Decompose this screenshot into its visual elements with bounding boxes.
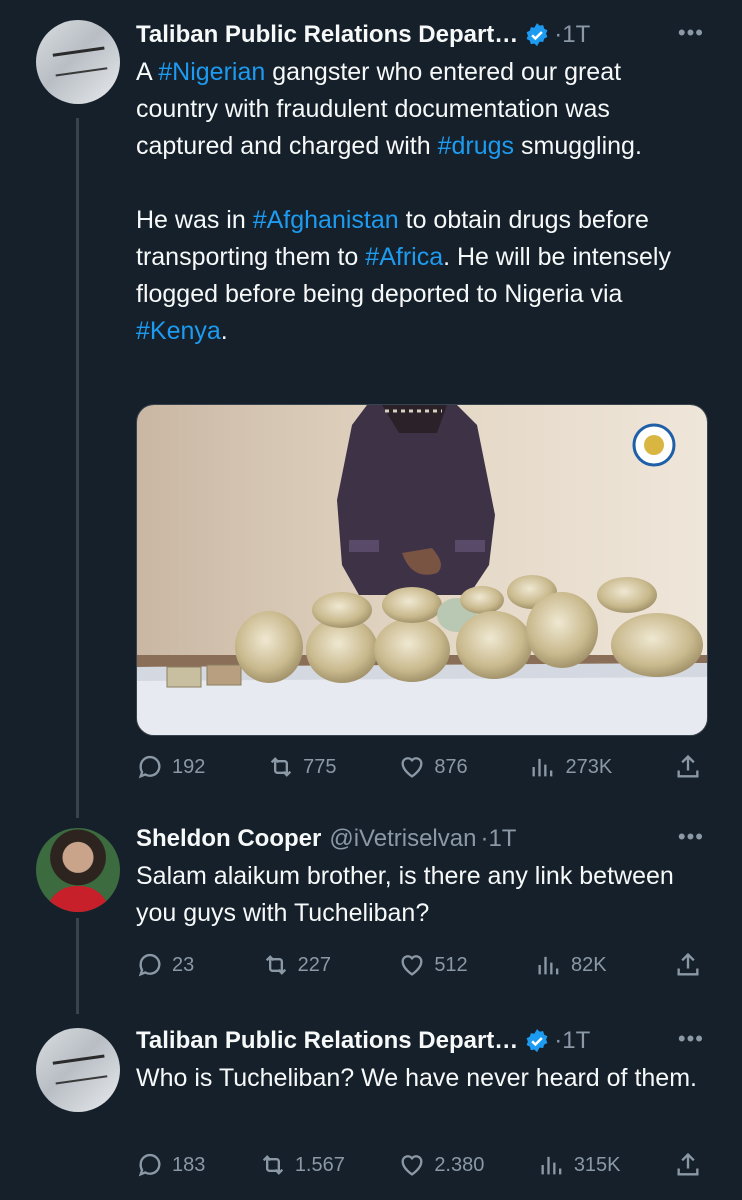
reply-count: 183	[172, 1153, 206, 1176]
retweet-count: 775	[303, 755, 337, 778]
share-icon	[677, 952, 699, 976]
hashtag-link[interactable]: #drugs	[438, 132, 514, 160]
share-button[interactable]	[674, 753, 702, 781]
reply-count: 192	[172, 755, 206, 778]
like-icon	[401, 757, 423, 778]
like-count: 876	[434, 755, 468, 778]
retweet-icon	[270, 757, 292, 777]
author-name[interactable]: Taliban Public Relations Depart…	[136, 21, 518, 49]
tweet-header: Taliban Public Relations Depart… · 1T	[136, 18, 708, 52]
retweet-count: 1.567	[294, 1153, 345, 1176]
tweet-actions: 23 227 512 82K	[136, 948, 702, 982]
share-button[interactable]	[674, 1151, 702, 1179]
more-icon[interactable]: •••	[678, 20, 704, 46]
hashtag-link[interactable]: #Afghanistan	[253, 206, 399, 234]
reply-icon	[138, 953, 161, 977]
hashtag-link[interactable]: #Africa	[365, 243, 443, 271]
more-icon[interactable]: •••	[678, 824, 704, 850]
tweet-actions: 183 1.567 2.380 315K	[136, 1148, 702, 1182]
retweet-count: 227	[297, 953, 331, 976]
reply-count: 23	[172, 953, 195, 976]
tweet-main[interactable]: Taliban Public Relations Depart… · 1T ••…	[136, 18, 708, 350]
tweet-text: Who is Tucheliban? We have never heard o…	[136, 1064, 697, 1092]
author-handle[interactable]: @iVetriselvan	[329, 825, 476, 853]
tweet-reply[interactable]: Taliban Public Relations Depart… · 1T ••…	[136, 1024, 708, 1097]
like-button[interactable]: 2.380	[398, 1151, 484, 1179]
retweet-button[interactable]: 227	[262, 951, 331, 979]
share-icon	[677, 754, 699, 778]
tweet-text: Salam alaikum brother, is there any link…	[136, 862, 674, 927]
timestamp[interactable]: 1T	[488, 825, 516, 853]
views-icon	[538, 956, 559, 975]
thread-line-2	[76, 918, 79, 1014]
views-count: 273K	[565, 755, 613, 778]
views-button[interactable]: 273K	[529, 753, 612, 781]
like-count: 512	[434, 953, 468, 976]
share-button[interactable]	[674, 951, 702, 979]
timestamp[interactable]: 1T	[562, 21, 590, 49]
hashtag-link[interactable]: #Nigerian	[158, 58, 265, 86]
verified-icon	[526, 1029, 548, 1053]
hashtag-link[interactable]: #Kenya	[136, 317, 221, 345]
tweet-media-photo[interactable]	[136, 404, 708, 736]
reply-icon	[138, 1153, 161, 1177]
tweet-header: Taliban Public Relations Depart… · 1T	[136, 1024, 708, 1058]
retweet-button[interactable]: 775	[267, 753, 337, 781]
avatar[interactable]	[36, 20, 120, 104]
more-icon[interactable]: •••	[678, 1026, 704, 1052]
separator-dot: ·	[554, 1027, 563, 1054]
retweet-button[interactable]: 1.567	[259, 1151, 345, 1179]
tweet-actions: 192 775 876 273K	[136, 750, 702, 784]
author-name[interactable]: Taliban Public Relations Depart…	[136, 1027, 518, 1055]
tweet-text: A #Nigerian gangster who entered our gre…	[136, 58, 671, 345]
avatar[interactable]	[36, 828, 120, 912]
views-count: 315K	[573, 1153, 621, 1176]
views-button[interactable]: 82K	[535, 951, 607, 979]
verified-icon	[526, 23, 548, 47]
timestamp[interactable]: 1T	[562, 1027, 590, 1055]
like-count: 2.380	[434, 1153, 485, 1176]
views-count: 82K	[571, 953, 607, 976]
views-icon	[532, 758, 553, 777]
retweet-icon	[265, 955, 286, 975]
reply-button[interactable]: 192	[136, 753, 205, 781]
reply-button[interactable]: 183	[136, 1151, 205, 1179]
tweet-header: Sheldon Cooper @iVetriselvan · 1T	[136, 822, 708, 856]
photo-illustration	[137, 405, 707, 735]
thread-line-1	[76, 118, 79, 818]
separator-dot: ·	[554, 21, 563, 48]
avatar[interactable]	[36, 1028, 120, 1112]
retweet-icon	[262, 1155, 283, 1175]
separator-dot: ·	[480, 825, 489, 852]
views-button[interactable]: 315K	[538, 1151, 621, 1179]
reply-button[interactable]: 23	[136, 951, 194, 979]
share-icon	[677, 1152, 699, 1176]
reply-icon	[138, 755, 161, 779]
like-button[interactable]: 876	[398, 753, 468, 781]
like-icon	[401, 1155, 423, 1176]
tweet-reply[interactable]: Sheldon Cooper @iVetriselvan · 1T ••• Sa…	[136, 822, 708, 932]
views-icon	[541, 1156, 562, 1175]
like-button[interactable]: 512	[398, 951, 468, 979]
like-icon	[401, 955, 423, 976]
author-name[interactable]: Sheldon Cooper	[136, 825, 321, 853]
